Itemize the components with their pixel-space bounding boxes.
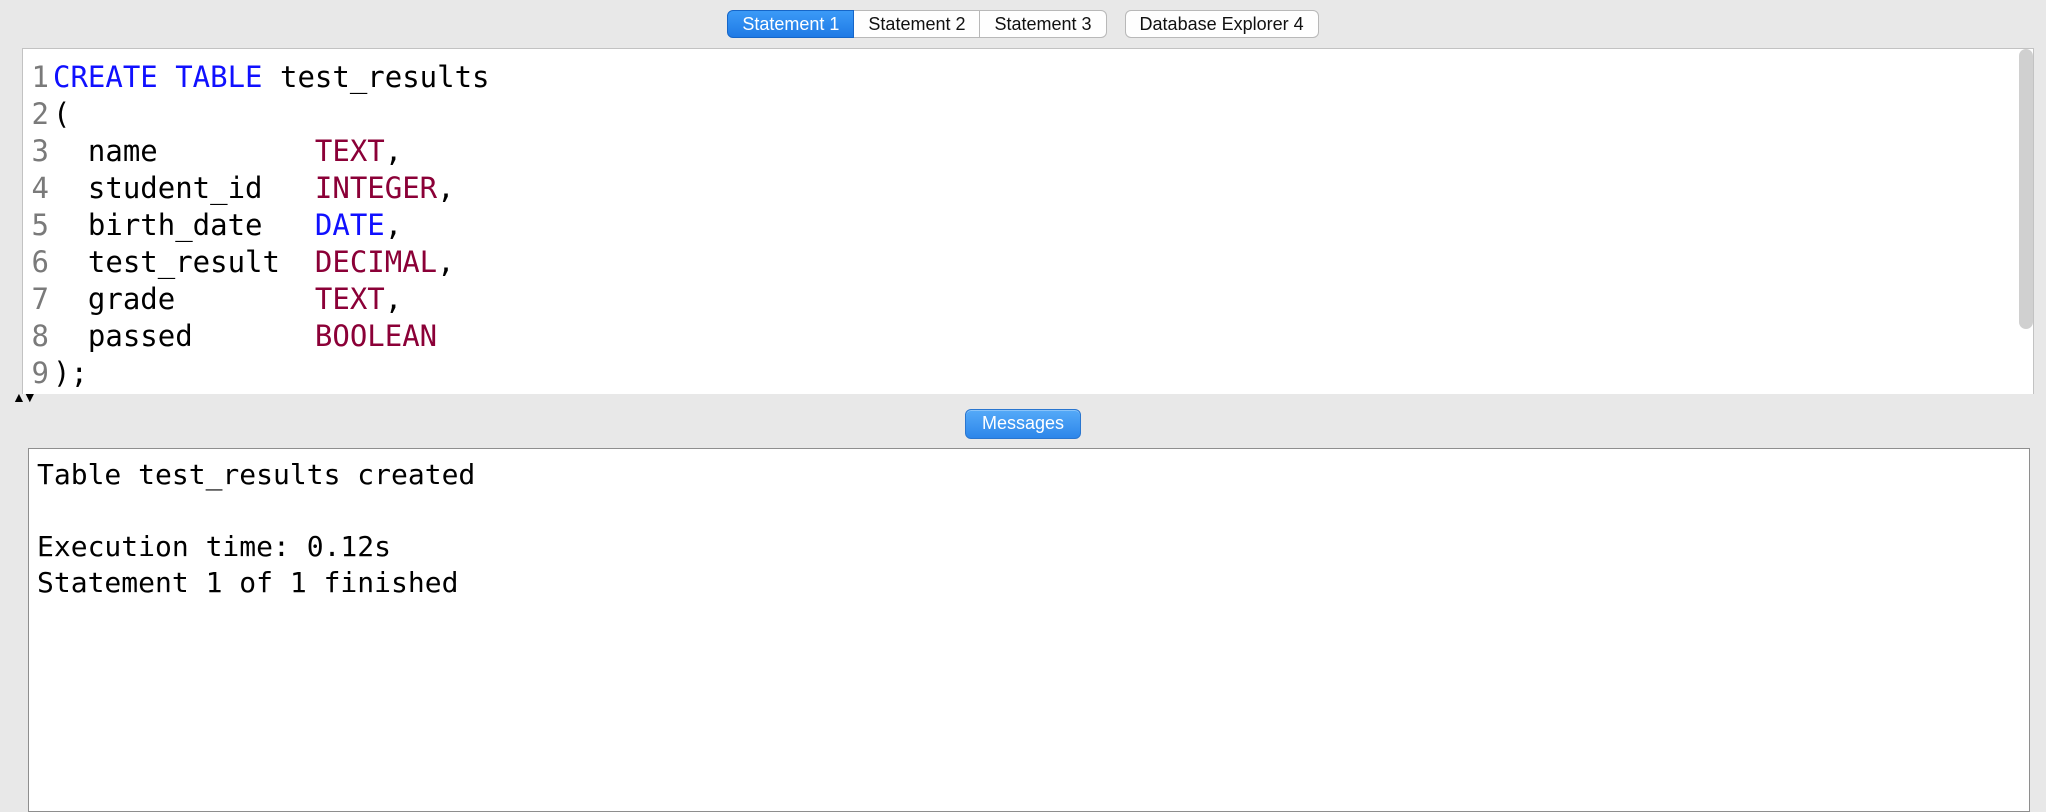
code-line: birth_date DATE, (53, 207, 2029, 244)
result-tab-bar: Messages (0, 406, 2046, 442)
tab-label: Messages (982, 413, 1064, 433)
sql-code-area[interactable]: CREATE TABLE test_results( name TEXT, st… (51, 49, 2033, 394)
line-number: 6 (23, 244, 49, 281)
line-number: 9 (23, 355, 49, 392)
statement-tab-group: Statement 1 Statement 2 Statement 3 (727, 10, 1106, 38)
line-number: 8 (23, 318, 49, 355)
line-number-gutter: 123456789 (23, 49, 51, 394)
tab-label: Statement 2 (868, 14, 965, 35)
tab-label: Statement 1 (742, 14, 839, 35)
line-number: 3 (23, 133, 49, 170)
tab-bar: Statement 1 Statement 2 Statement 3 Data… (0, 0, 2046, 42)
messages-text[interactable]: Table test_results created Execution tim… (29, 449, 2029, 609)
tab-label: Database Explorer 4 (1140, 14, 1304, 35)
code-line: student_id INTEGER, (53, 170, 2029, 207)
code-line: test_result DECIMAL, (53, 244, 2029, 281)
code-line: ( (53, 96, 2029, 133)
code-line: ); (53, 355, 2029, 392)
line-number: 2 (23, 96, 49, 133)
code-line: passed BOOLEAN (53, 318, 2029, 355)
code-line: CREATE TABLE test_results (53, 59, 2029, 96)
sql-workbench-window: Statement 1 Statement 2 Statement 3 Data… (0, 0, 2046, 812)
tab-statement-1[interactable]: Statement 1 (727, 10, 854, 38)
tab-messages[interactable]: Messages (965, 409, 1081, 439)
tab-label: Statement 3 (994, 14, 1091, 35)
tab-database-explorer[interactable]: Database Explorer 4 (1125, 10, 1319, 38)
tab-statement-3[interactable]: Statement 3 (980, 10, 1106, 38)
editor-scrollbar[interactable] (2019, 49, 2033, 329)
line-number: 4 (23, 170, 49, 207)
line-number: 7 (23, 281, 49, 318)
line-number: 1 (23, 59, 49, 96)
split-handle-icon[interactable]: ▲▼ (12, 392, 34, 402)
sql-editor-pane: 123456789 CREATE TABLE test_results( nam… (22, 48, 2034, 394)
code-line: name TEXT, (53, 133, 2029, 170)
sql-editor[interactable]: 123456789 CREATE TABLE test_results( nam… (23, 49, 2033, 394)
explorer-tab-group: Database Explorer 4 (1125, 10, 1319, 38)
messages-pane: Table test_results created Execution tim… (28, 448, 2030, 812)
line-number: 5 (23, 207, 49, 244)
tab-statement-2[interactable]: Statement 2 (854, 10, 980, 38)
code-line: grade TEXT, (53, 281, 2029, 318)
